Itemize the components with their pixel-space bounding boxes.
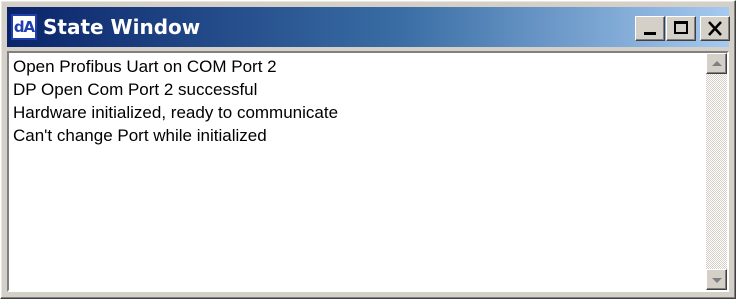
state-window: dA State Window Open Profibus Uart on CO… [0, 0, 736, 299]
maximize-button[interactable] [666, 16, 696, 41]
vertical-scrollbar[interactable] [706, 53, 727, 290]
close-button[interactable] [700, 16, 730, 41]
scroll-up-arrow-icon [712, 61, 722, 66]
scroll-down-arrow-icon [712, 278, 722, 283]
maximize-icon [674, 21, 688, 34]
scroll-down-button[interactable] [706, 269, 727, 290]
app-icon[interactable]: dA [11, 14, 37, 40]
window-title: State Window [43, 15, 201, 39]
minimize-icon [644, 32, 656, 35]
log-line: Hardware initialized, ready to communica… [13, 103, 339, 122]
scroll-up-button[interactable] [706, 53, 727, 74]
app-icon-text: dA [13, 18, 35, 36]
log-line: DP Open Com Port 2 successful [13, 80, 258, 99]
minimize-button[interactable] [635, 16, 665, 41]
title-bar[interactable]: dA State Window [7, 7, 730, 47]
log-line: Open Profibus Uart on COM Port 2 [13, 57, 277, 76]
close-icon [708, 21, 722, 36]
log-line: Can't change Port while initialized [13, 126, 267, 145]
log-list: Open Profibus Uart on COM Port 2 DP Open… [11, 55, 705, 288]
log-area[interactable]: Open Profibus Uart on COM Port 2 DP Open… [7, 51, 729, 292]
